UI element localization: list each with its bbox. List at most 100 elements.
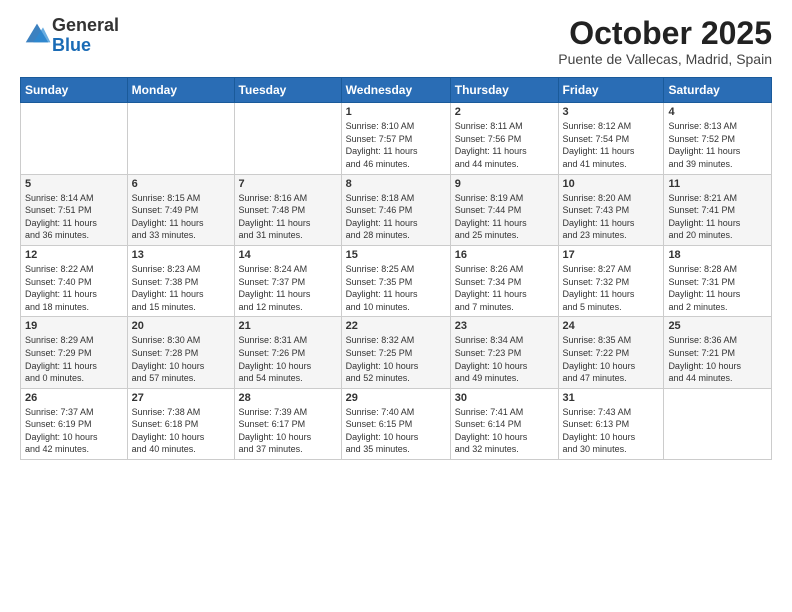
month-title: October 2025 [558, 16, 772, 51]
calendar-cell: 29Sunrise: 7:40 AM Sunset: 6:15 PM Dayli… [341, 388, 450, 459]
day-info: Sunrise: 8:25 AM Sunset: 7:35 PM Dayligh… [346, 263, 446, 313]
calendar-cell: 11 Sunrise: 8:21 AM Sunset: 7:41 PM Dayli… [664, 174, 772, 245]
calendar-cell: 23 Sunrise: 8:34 AM Sunset: 7:23 PM Dayli… [450, 317, 558, 388]
logo-blue-text: Blue [52, 36, 119, 56]
day-info: Sunrise: 8:32 AM Sunset: 7:25 PM Dayligh… [346, 334, 446, 384]
calendar-cell: 27 Sunrise: 7:38 AM Sunset: 6:18 PM Dayli… [127, 388, 234, 459]
calendar-week-row: 26 Sunrise: 7:37 AM Sunset: 6:19 PM Dayli… [21, 388, 772, 459]
weekday-header-tuesday: Tuesday [234, 78, 341, 103]
day-info: Sunrise: 8:15 AM Sunset: 7:49 PM Dayligh… [132, 192, 230, 242]
calendar-cell: 19 Sunrise: 8:29 AM Sunset: 7:29 PM Dayli… [21, 317, 128, 388]
calendar-cell: 17 Sunrise: 8:27 AM Sunset: 7:32 PM Dayli… [558, 245, 664, 316]
day-number: 5 [25, 178, 123, 190]
day-number: 7 [239, 178, 337, 190]
header: General Blue October 2025 Puente de Vall… [20, 16, 772, 67]
calendar-cell: 22 Sunrise: 8:32 AM Sunset: 7:25 PM Dayli… [341, 317, 450, 388]
calendar-cell [234, 103, 341, 174]
day-info: Sunrise: 8:29 AM Sunset: 7:29 PM Dayligh… [25, 334, 123, 384]
day-number: 9 [455, 178, 554, 190]
day-info: Sunrise: 8:35 AM Sunset: 7:22 PM Dayligh… [563, 334, 660, 384]
day-info: Sunrise: 8:26 AM Sunset: 7:34 PM Dayligh… [455, 263, 554, 313]
day-number: 25 [668, 320, 767, 332]
day-number: 11 [668, 178, 767, 190]
day-number: 6 [132, 178, 230, 190]
day-info: Sunrise: 8:22 AM Sunset: 7:40 PM Dayligh… [25, 263, 123, 313]
day-number: 19 [25, 320, 123, 332]
day-info: Sunrise: 8:14 AM Sunset: 7:51 PM Dayligh… [25, 192, 123, 242]
day-number: 22 [346, 320, 446, 332]
calendar-cell [664, 388, 772, 459]
day-info: Sunrise: 8:36 AM Sunset: 7:21 PM Dayligh… [668, 334, 767, 384]
day-number: 21 [239, 320, 337, 332]
day-number: 8 [346, 178, 446, 190]
day-info: Sunrise: 8:23 AM Sunset: 7:38 PM Dayligh… [132, 263, 230, 313]
calendar-cell: 13 Sunrise: 8:23 AM Sunset: 7:38 PM Dayli… [127, 245, 234, 316]
calendar-week-row: 19 Sunrise: 8:29 AM Sunset: 7:29 PM Dayli… [21, 317, 772, 388]
day-number: 14 [239, 249, 337, 261]
calendar-cell: 28Sunrise: 7:39 AM Sunset: 6:17 PM Dayli… [234, 388, 341, 459]
day-info: Sunrise: 8:16 AM Sunset: 7:48 PM Dayligh… [239, 192, 337, 242]
day-info: Sunrise: 7:37 AM Sunset: 6:19 PM Dayligh… [25, 406, 123, 456]
weekday-header-monday: Monday [127, 78, 234, 103]
day-info: Sunrise: 7:43 AM Sunset: 6:13 PM Dayligh… [563, 406, 660, 456]
calendar-cell: 8Sunrise: 8:18 AM Sunset: 7:46 PM Daylig… [341, 174, 450, 245]
calendar-cell: 14 Sunrise: 8:24 AM Sunset: 7:37 PM Dayli… [234, 245, 341, 316]
day-number: 17 [563, 249, 660, 261]
day-info: Sunrise: 8:13 AM Sunset: 7:52 PM Dayligh… [668, 120, 767, 170]
day-number: 16 [455, 249, 554, 261]
weekday-header-sunday: Sunday [21, 78, 128, 103]
calendar-cell: 25 Sunrise: 8:36 AM Sunset: 7:21 PM Dayli… [664, 317, 772, 388]
calendar-cell: 10Sunrise: 8:20 AM Sunset: 7:43 PM Dayli… [558, 174, 664, 245]
calendar-table: SundayMondayTuesdayWednesdayThursdayFrid… [20, 77, 772, 460]
location-subtitle: Puente de Vallecas, Madrid, Spain [558, 51, 772, 67]
day-number: 13 [132, 249, 230, 261]
day-number: 12 [25, 249, 123, 261]
calendar-cell: 7 Sunrise: 8:16 AM Sunset: 7:48 PM Daylig… [234, 174, 341, 245]
calendar-cell: 9 Sunrise: 8:19 AM Sunset: 7:44 PM Daylig… [450, 174, 558, 245]
calendar-cell: 26 Sunrise: 7:37 AM Sunset: 6:19 PM Dayli… [21, 388, 128, 459]
day-number: 4 [668, 106, 767, 118]
calendar-cell: 20 Sunrise: 8:30 AM Sunset: 7:28 PM Dayli… [127, 317, 234, 388]
weekday-header-row: SundayMondayTuesdayWednesdayThursdayFrid… [21, 78, 772, 103]
day-number: 27 [132, 392, 230, 404]
calendar-cell: 6 Sunrise: 8:15 AM Sunset: 7:49 PM Daylig… [127, 174, 234, 245]
day-info: Sunrise: 8:21 AM Sunset: 7:41 PM Dayligh… [668, 192, 767, 242]
day-info: Sunrise: 8:28 AM Sunset: 7:31 PM Dayligh… [668, 263, 767, 313]
calendar-cell: 16 Sunrise: 8:26 AM Sunset: 7:34 PM Dayli… [450, 245, 558, 316]
calendar-cell: 31 Sunrise: 7:43 AM Sunset: 6:13 PM Dayli… [558, 388, 664, 459]
calendar-week-row: 5 Sunrise: 8:14 AM Sunset: 7:51 PM Daylig… [21, 174, 772, 245]
calendar-week-row: 12 Sunrise: 8:22 AM Sunset: 7:40 PM Dayli… [21, 245, 772, 316]
logo-icon [22, 18, 52, 48]
calendar-cell: 30Sunrise: 7:41 AM Sunset: 6:14 PM Dayli… [450, 388, 558, 459]
calendar-cell: 2Sunrise: 8:11 AM Sunset: 7:56 PM Daylig… [450, 103, 558, 174]
day-info: Sunrise: 8:19 AM Sunset: 7:44 PM Dayligh… [455, 192, 554, 242]
day-info: Sunrise: 8:30 AM Sunset: 7:28 PM Dayligh… [132, 334, 230, 384]
weekday-header-saturday: Saturday [664, 78, 772, 103]
day-number: 24 [563, 320, 660, 332]
calendar-cell: 24 Sunrise: 8:35 AM Sunset: 7:22 PM Dayli… [558, 317, 664, 388]
day-info: Sunrise: 8:11 AM Sunset: 7:56 PM Dayligh… [455, 120, 554, 170]
weekday-header-friday: Friday [558, 78, 664, 103]
weekday-header-thursday: Thursday [450, 78, 558, 103]
day-info: Sunrise: 7:40 AM Sunset: 6:15 PM Dayligh… [346, 406, 446, 456]
day-info: Sunrise: 8:27 AM Sunset: 7:32 PM Dayligh… [563, 263, 660, 313]
day-number: 18 [668, 249, 767, 261]
calendar-cell: 21Sunrise: 8:31 AM Sunset: 7:26 PM Dayli… [234, 317, 341, 388]
day-number: 31 [563, 392, 660, 404]
calendar-week-row: 1 Sunrise: 8:10 AM Sunset: 7:57 PM Daylig… [21, 103, 772, 174]
day-info: Sunrise: 8:24 AM Sunset: 7:37 PM Dayligh… [239, 263, 337, 313]
title-area: October 2025 Puente de Vallecas, Madrid,… [558, 16, 772, 67]
day-info: Sunrise: 8:34 AM Sunset: 7:23 PM Dayligh… [455, 334, 554, 384]
day-number: 23 [455, 320, 554, 332]
day-info: Sunrise: 7:41 AM Sunset: 6:14 PM Dayligh… [455, 406, 554, 456]
calendar-cell [127, 103, 234, 174]
calendar-cell: 12 Sunrise: 8:22 AM Sunset: 7:40 PM Dayli… [21, 245, 128, 316]
day-number: 1 [346, 106, 446, 118]
logo: General Blue [20, 16, 119, 56]
day-info: Sunrise: 8:12 AM Sunset: 7:54 PM Dayligh… [563, 120, 660, 170]
day-number: 20 [132, 320, 230, 332]
day-info: Sunrise: 7:38 AM Sunset: 6:18 PM Dayligh… [132, 406, 230, 456]
day-number: 15 [346, 249, 446, 261]
day-info: Sunrise: 8:10 AM Sunset: 7:57 PM Dayligh… [346, 120, 446, 170]
day-number: 26 [25, 392, 123, 404]
